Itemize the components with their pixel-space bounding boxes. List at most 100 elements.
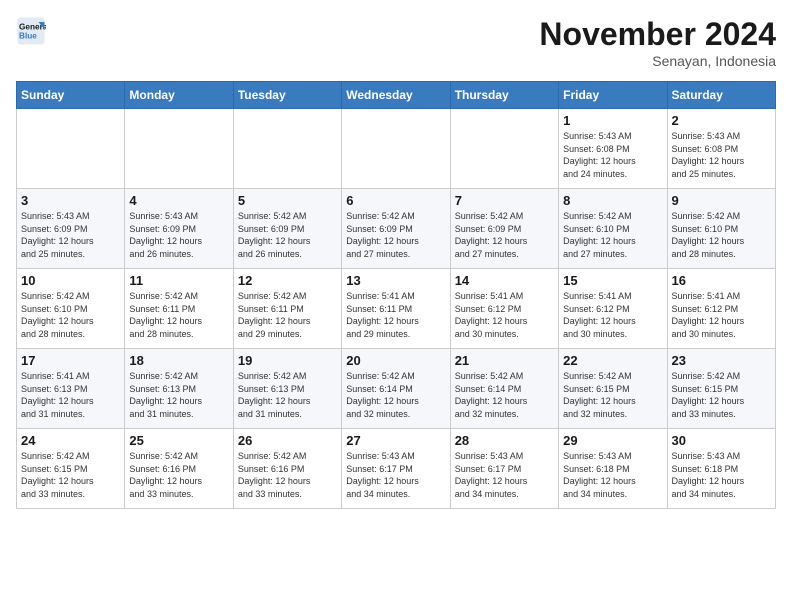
calendar-cell: 30Sunrise: 5:43 AM Sunset: 6:18 PM Dayli… (667, 429, 775, 509)
day-info: Sunrise: 5:43 AM Sunset: 6:08 PM Dayligh… (563, 130, 662, 180)
day-number: 6 (346, 193, 445, 208)
calendar-week-row: 3 Sunrise: 5:43 AM Sunset: 6:09 PM Daylig… (17, 189, 776, 269)
calendar-cell: 20 Sunrise: 5:42 AM Sunset: 6:14 PM Dayli… (342, 349, 450, 429)
calendar-week-row: 24 Sunrise: 5:42 AM Sunset: 6:15 PM Dayli… (17, 429, 776, 509)
location-subtitle: Senayan, Indonesia (539, 53, 776, 69)
day-info: Sunrise: 5:43 AM Sunset: 6:18 PM Dayligh… (563, 450, 662, 500)
day-number: 16 (672, 273, 771, 288)
calendar-cell: 3Sunrise: 5:43 AM Sunset: 6:09 PM Daylig… (17, 189, 125, 269)
day-number: 11 (129, 273, 228, 288)
day-number: 10 (21, 273, 120, 288)
calendar-cell: 23 Sunrise: 5:42 AM Sunset: 6:15 PM Dayli… (667, 349, 775, 429)
day-number: 4 (129, 193, 228, 208)
day-info: Sunrise: 5:43 AM Sunset: 6:17 PM Dayligh… (455, 450, 554, 500)
day-number: 17 (21, 353, 120, 368)
calendar-cell (17, 109, 125, 189)
weekday-header: Friday (559, 82, 667, 109)
title-area: November 2024 Senayan, Indonesia (539, 16, 776, 69)
calendar-cell: 16 Sunrise: 5:41 AM Sunset: 6:12 PM Dayli… (667, 269, 775, 349)
day-info: Sunrise: 5:41 AM Sunset: 6:12 PM Dayligh… (672, 290, 771, 340)
calendar-cell: 8 Sunrise: 5:42 AM Sunset: 6:10 PM Daylig… (559, 189, 667, 269)
calendar-cell: 22Sunrise: 5:42 AM Sunset: 6:15 PM Dayli… (559, 349, 667, 429)
day-info: Sunrise: 5:42 AM Sunset: 6:09 PM Dayligh… (346, 210, 445, 260)
day-info: Sunrise: 5:42 AM Sunset: 6:11 PM Dayligh… (129, 290, 228, 340)
calendar: SundayMondayTuesdayWednesdayThursdayFrid… (16, 81, 776, 509)
day-number: 18 (129, 353, 228, 368)
calendar-cell: 28 Sunrise: 5:43 AM Sunset: 6:17 PM Dayli… (450, 429, 558, 509)
calendar-week-row: 1 Sunrise: 5:43 AM Sunset: 6:08 PM Daylig… (17, 109, 776, 189)
day-number: 12 (238, 273, 337, 288)
day-number: 2 (672, 113, 771, 128)
day-number: 26 (238, 433, 337, 448)
day-number: 30 (672, 433, 771, 448)
calendar-cell: 26 Sunrise: 5:42 AM Sunset: 6:16 PM Dayli… (233, 429, 341, 509)
day-number: 25 (129, 433, 228, 448)
calendar-cell: 9 Sunrise: 5:42 AM Sunset: 6:10 PM Daylig… (667, 189, 775, 269)
calendar-cell (342, 109, 450, 189)
day-number: 22 (563, 353, 662, 368)
day-info: Sunrise: 5:43 AM Sunset: 6:08 PM Dayligh… (672, 130, 771, 180)
day-info: Sunrise: 5:42 AM Sunset: 6:13 PM Dayligh… (129, 370, 228, 420)
day-number: 23 (672, 353, 771, 368)
calendar-cell: 19 Sunrise: 5:42 AM Sunset: 6:13 PM Dayli… (233, 349, 341, 429)
day-number: 7 (455, 193, 554, 208)
day-number: 14 (455, 273, 554, 288)
calendar-cell: 15 Sunrise: 5:41 AM Sunset: 6:12 PM Dayli… (559, 269, 667, 349)
day-info: Sunrise: 5:42 AM Sunset: 6:14 PM Dayligh… (455, 370, 554, 420)
day-info: Sunrise: 5:43 AM Sunset: 6:17 PM Dayligh… (346, 450, 445, 500)
calendar-cell: 4 Sunrise: 5:43 AM Sunset: 6:09 PM Daylig… (125, 189, 233, 269)
day-info: Sunrise: 5:42 AM Sunset: 6:10 PM Dayligh… (21, 290, 120, 340)
calendar-cell (125, 109, 233, 189)
day-info: Sunrise: 5:41 AM Sunset: 6:12 PM Dayligh… (455, 290, 554, 340)
day-number: 20 (346, 353, 445, 368)
day-number: 5 (238, 193, 337, 208)
day-number: 21 (455, 353, 554, 368)
calendar-cell (233, 109, 341, 189)
day-info: Sunrise: 5:42 AM Sunset: 6:13 PM Dayligh… (238, 370, 337, 420)
day-info: Sunrise: 5:42 AM Sunset: 6:16 PM Dayligh… (238, 450, 337, 500)
logo: General Blue (16, 16, 46, 46)
calendar-cell: 21 Sunrise: 5:42 AM Sunset: 6:14 PM Dayli… (450, 349, 558, 429)
weekday-header: Tuesday (233, 82, 341, 109)
day-number: 24 (21, 433, 120, 448)
calendar-cell: 29 Sunrise: 5:43 AM Sunset: 6:18 PM Dayli… (559, 429, 667, 509)
calendar-cell: 1 Sunrise: 5:43 AM Sunset: 6:08 PM Daylig… (559, 109, 667, 189)
day-info: Sunrise: 5:41 AM Sunset: 6:13 PM Dayligh… (21, 370, 120, 420)
day-number: 15 (563, 273, 662, 288)
calendar-cell: 18 Sunrise: 5:42 AM Sunset: 6:13 PM Dayli… (125, 349, 233, 429)
calendar-cell (450, 109, 558, 189)
calendar-week-row: 10 Sunrise: 5:42 AM Sunset: 6:10 PM Dayli… (17, 269, 776, 349)
day-info: Sunrise: 5:42 AM Sunset: 6:14 PM Dayligh… (346, 370, 445, 420)
calendar-cell: 12Sunrise: 5:42 AM Sunset: 6:11 PM Dayli… (233, 269, 341, 349)
day-number: 19 (238, 353, 337, 368)
calendar-cell: 17 Sunrise: 5:41 AM Sunset: 6:13 PM Dayli… (17, 349, 125, 429)
day-number: 3 (21, 193, 120, 208)
calendar-cell: 6 Sunrise: 5:42 AM Sunset: 6:09 PM Daylig… (342, 189, 450, 269)
day-number: 29 (563, 433, 662, 448)
calendar-cell: 5 Sunrise: 5:42 AM Sunset: 6:09 PM Daylig… (233, 189, 341, 269)
day-info: Sunrise: 5:41 AM Sunset: 6:12 PM Dayligh… (563, 290, 662, 340)
calendar-cell: 27Sunrise: 5:43 AM Sunset: 6:17 PM Dayli… (342, 429, 450, 509)
day-info: Sunrise: 5:43 AM Sunset: 6:09 PM Dayligh… (129, 210, 228, 260)
calendar-cell: 14 Sunrise: 5:41 AM Sunset: 6:12 PM Dayli… (450, 269, 558, 349)
weekday-header: Sunday (17, 82, 125, 109)
day-number: 1 (563, 113, 662, 128)
calendar-cell: 13Sunrise: 5:41 AM Sunset: 6:11 PM Dayli… (342, 269, 450, 349)
day-number: 28 (455, 433, 554, 448)
day-number: 9 (672, 193, 771, 208)
weekday-header: Thursday (450, 82, 558, 109)
month-title: November 2024 (539, 16, 776, 53)
day-info: Sunrise: 5:42 AM Sunset: 6:15 PM Dayligh… (672, 370, 771, 420)
calendar-cell: 25Sunrise: 5:42 AM Sunset: 6:16 PM Dayli… (125, 429, 233, 509)
day-number: 8 (563, 193, 662, 208)
day-info: Sunrise: 5:42 AM Sunset: 6:09 PM Dayligh… (238, 210, 337, 260)
day-number: 13 (346, 273, 445, 288)
svg-text:Blue: Blue (19, 32, 37, 41)
weekday-header: Saturday (667, 82, 775, 109)
calendar-cell: 7Sunrise: 5:42 AM Sunset: 6:09 PM Daylig… (450, 189, 558, 269)
header: General Blue November 2024 Senayan, Indo… (16, 16, 776, 69)
day-info: Sunrise: 5:42 AM Sunset: 6:15 PM Dayligh… (21, 450, 120, 500)
day-info: Sunrise: 5:42 AM Sunset: 6:10 PM Dayligh… (672, 210, 771, 260)
day-info: Sunrise: 5:42 AM Sunset: 6:10 PM Dayligh… (563, 210, 662, 260)
calendar-week-row: 17 Sunrise: 5:41 AM Sunset: 6:13 PM Dayli… (17, 349, 776, 429)
